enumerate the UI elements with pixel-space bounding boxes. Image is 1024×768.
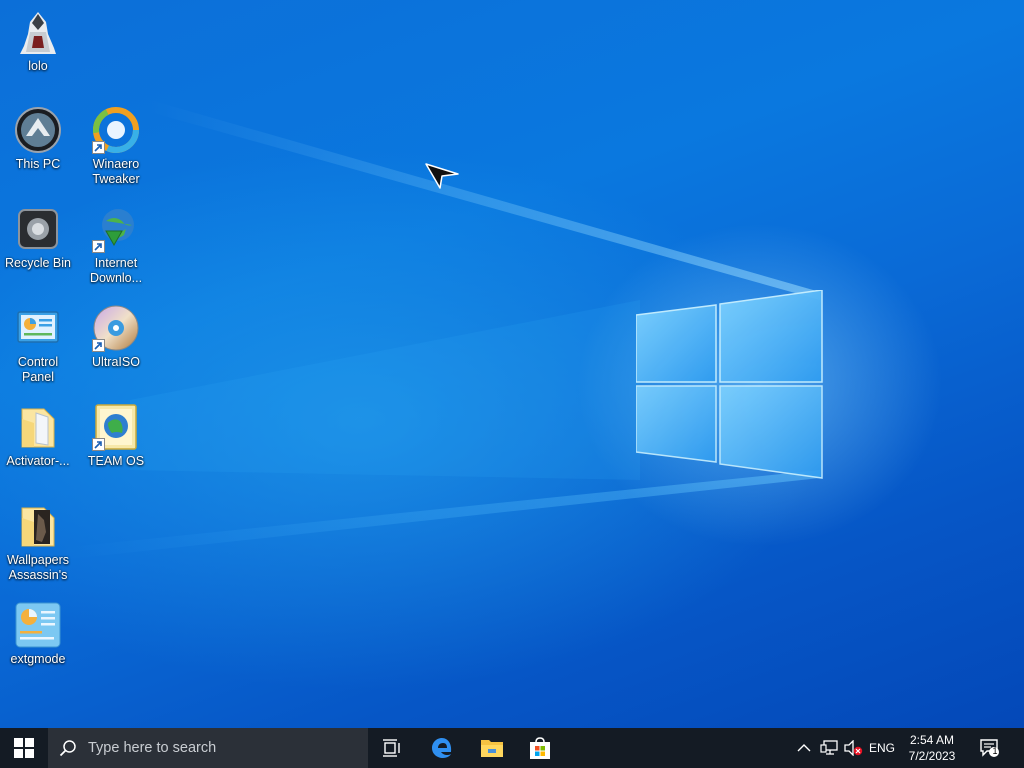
shortcut-arrow-icon (92, 438, 105, 451)
file-explorer-icon (481, 740, 503, 757)
search-placeholder: Type here to search (88, 740, 217, 756)
desktop-icon-label: Activator-... (6, 454, 70, 468)
task-view-button[interactable] (368, 728, 416, 768)
chevron-up-icon (797, 744, 811, 752)
this-pc-icon (14, 106, 62, 154)
start-button[interactable] (0, 728, 48, 768)
clock-time: 2:54 AM (909, 733, 955, 747)
file-explorer-taskbar-button[interactable] (468, 728, 516, 768)
desktop-icon-label: TEAM OS (87, 454, 145, 468)
desktop-icon-extgmode[interactable]: extgmode (0, 601, 76, 667)
team-os-icon (92, 403, 140, 451)
desktop-icon-this-pc[interactable]: This PC (0, 106, 76, 172)
show-hidden-icons-button[interactable] (794, 728, 814, 768)
notification-count-badge: 1 (992, 746, 998, 756)
clock-date: 7/2/2023 (908, 749, 956, 763)
taskbar: Type here to search ENG 2:54 AM 7/2/2023… (0, 728, 1024, 768)
desktop-icon-team-os[interactable]: TEAM OS (78, 403, 154, 469)
folder-icon (14, 403, 62, 451)
task-view-icon (383, 739, 400, 757)
desktop-icon-wallpapers-folder[interactable]: Wallpapers Assassin's (0, 502, 76, 583)
extgmode-icon (14, 601, 62, 649)
recycle-bin-icon (14, 205, 62, 253)
desktop-icon-internet-download-manager[interactable]: Internet Downlo... (78, 205, 154, 286)
volume-button[interactable] (842, 728, 864, 768)
taskbar-clock[interactable]: 2:54 AM 7/2/2023 (898, 728, 966, 768)
store-taskbar-button[interactable] (516, 728, 564, 768)
desktop-icon-label: This PC (15, 157, 61, 171)
speaker-muted-icon (844, 740, 863, 756)
assassin-user-icon (14, 8, 62, 56)
desktop-icon-label: Recycle Bin (5, 256, 71, 270)
ultraiso-disc-icon (92, 304, 140, 352)
desktop-icon-control-panel[interactable]: Control Panel (0, 304, 76, 385)
store-icon (530, 737, 550, 759)
input-language-indicator[interactable]: ENG (866, 728, 898, 768)
desktop-icon-activator-folder[interactable]: Activator-... (0, 403, 76, 469)
shortcut-arrow-icon (92, 339, 105, 352)
desktop-icon-recycle-bin[interactable]: Recycle Bin (0, 205, 76, 271)
desktop-icon-ultraiso[interactable]: UltraISO (78, 304, 154, 370)
desktop-icon-label: UltraISO (92, 355, 140, 369)
desktop-icon-label: extgmode (10, 652, 66, 666)
desktop-icon-label: Wallpapers Assassin's (6, 553, 70, 582)
network-button[interactable] (818, 728, 840, 768)
action-center-button[interactable]: 1 (970, 728, 1010, 768)
windows-start-icon (14, 738, 34, 758)
windows-logo-wallpaper (636, 290, 823, 479)
shortcut-arrow-icon (92, 240, 105, 253)
winaero-tweaker-icon (92, 106, 140, 154)
desktop-icon-label: lolo (28, 59, 48, 73)
desktop-icon-winaero-tweaker[interactable]: Winaero Tweaker (78, 106, 154, 187)
network-icon (820, 740, 838, 755)
shortcut-arrow-icon (92, 141, 105, 154)
desktop-icon-label: Control Panel (17, 355, 59, 384)
taskbar-search-box[interactable]: Type here to search (48, 728, 368, 768)
desktop-icon-lolo[interactable]: lolo (0, 8, 76, 74)
control-panel-icon (14, 304, 62, 352)
search-icon (48, 728, 88, 768)
edge-taskbar-button[interactable] (418, 728, 466, 768)
folder-wallpapers-icon (14, 502, 62, 550)
internet-download-manager-icon (92, 205, 140, 253)
desktop-icon-label: Internet Downlo... (89, 256, 143, 285)
mouse-cursor-icon (425, 163, 459, 189)
desktop-icon-label: Winaero Tweaker (92, 157, 140, 186)
edge-icon (432, 738, 452, 758)
